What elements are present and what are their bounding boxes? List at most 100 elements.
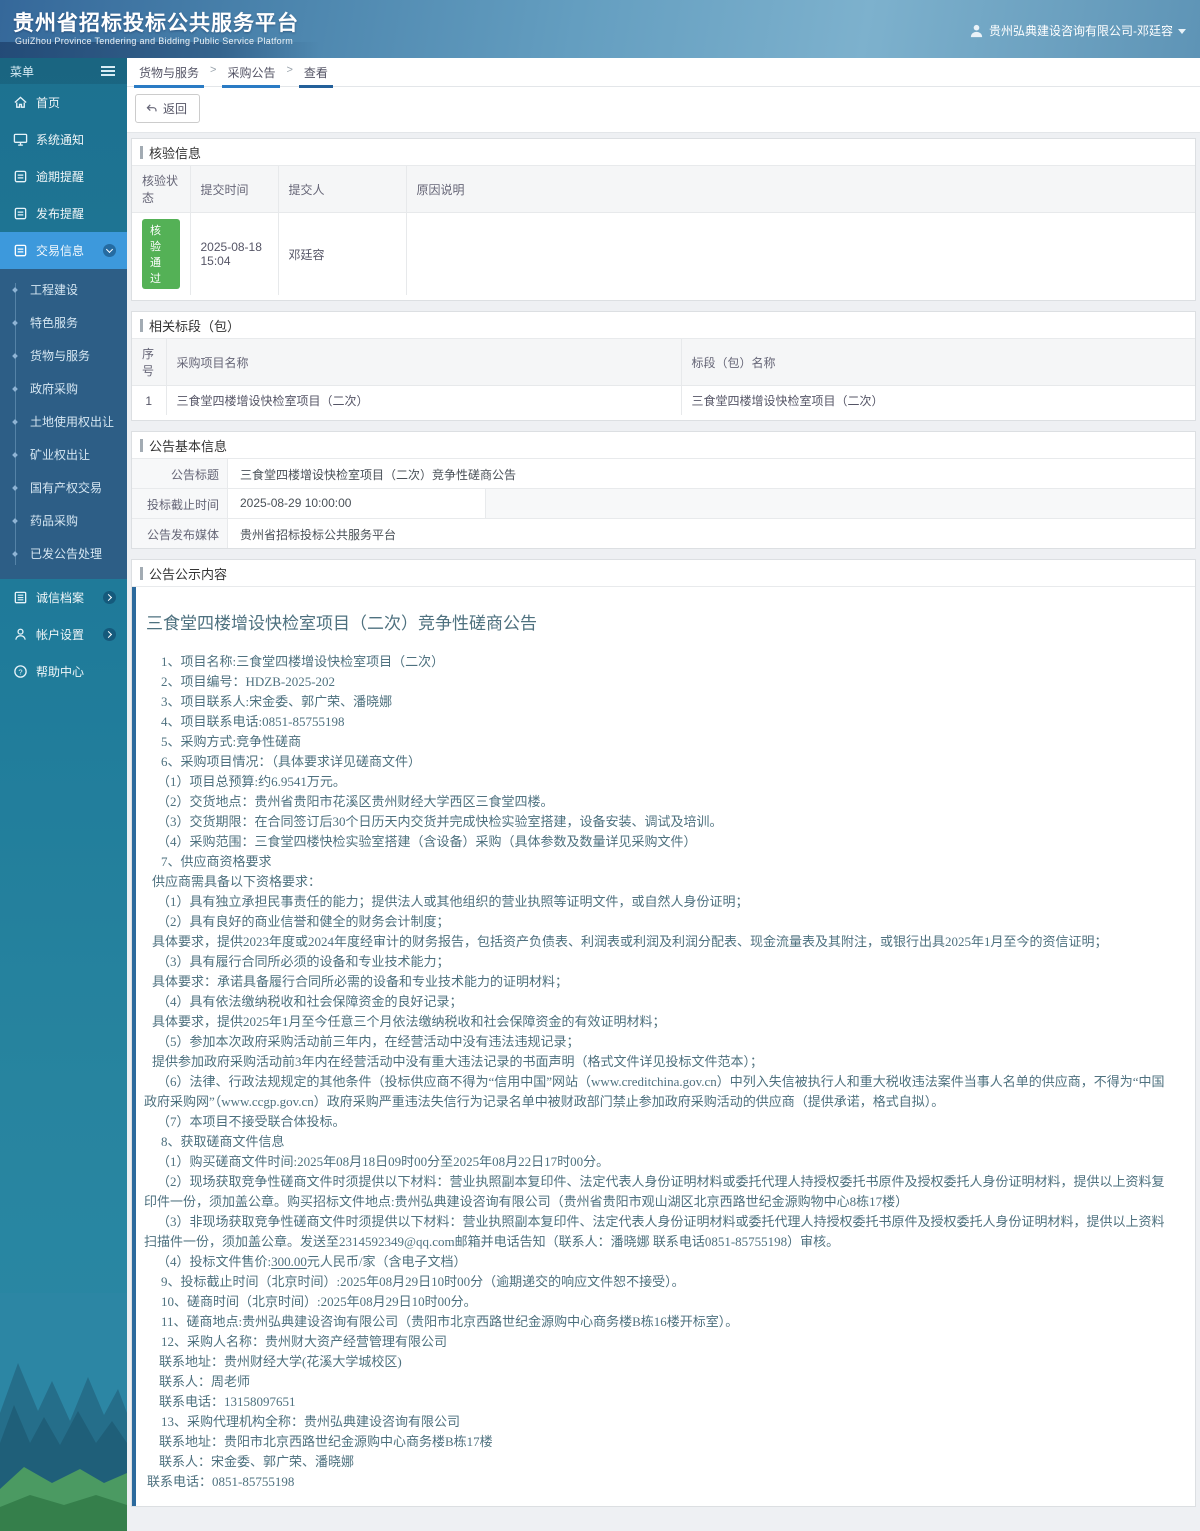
- column-header: 标段（包）名称: [680, 338, 1196, 386]
- back-label: 返回: [163, 102, 188, 116]
- sidebar-item-label: 系统通知: [36, 133, 85, 147]
- user-icon: [969, 23, 984, 38]
- content-paragraph: （7）本项目不接受联合体投标。: [157, 1114, 346, 1129]
- section-marker: [140, 145, 143, 159]
- content-paragraph: 11、磋商地点:贵州弘典建设咨询有限公司（贵阳市北京西路世纪金源购中心商务楼B栋…: [161, 1314, 739, 1329]
- column-header: 采购项目名称: [165, 338, 682, 386]
- column-header: 原因说明: [405, 165, 1196, 213]
- sidebar-nav: 首页 系统通知 逾期提醒 发布提醒 交易信息 工程建设 特色服务 货物与服务 政…: [0, 84, 127, 690]
- sidebar-item-help-center[interactable]: ? 帮助中心: [0, 653, 127, 690]
- sidebar: 菜单 首页 系统通知 逾期提醒 发布提醒 交易信息 工程建设 特色服务 货物与服…: [0, 58, 127, 1531]
- sidebar-item-credit-files[interactable]: 诚信档案: [0, 579, 127, 616]
- content-paragraph: 4、项目联系电话:0851-85755198: [161, 714, 345, 729]
- sidebar-item-notifications[interactable]: 系统通知: [0, 121, 127, 158]
- sidebar-item-trade-info[interactable]: 交易信息: [0, 232, 127, 269]
- sidebar-item-label: 帐户设置: [36, 628, 85, 642]
- sidebar-subitem[interactable]: 国有产权交易: [0, 472, 127, 505]
- info-row: 投标截止时间 2025-08-29 10:00:00: [132, 489, 1195, 519]
- app-title: 贵州省招标投标公共服务平台: [13, 12, 299, 35]
- column-header: 序号: [131, 338, 167, 386]
- content-paragraph: 1、项目名称:三食堂四楼增设快检室项目（二次）: [161, 654, 445, 669]
- sidebar-item-home[interactable]: 首页: [0, 84, 127, 121]
- sidebar-subitem[interactable]: 矿业权出让: [0, 439, 127, 472]
- document-icon: [13, 206, 28, 221]
- sidebar-item-label: 首页: [36, 96, 61, 110]
- section-title: 核验信息: [149, 145, 202, 161]
- sidebar-subitem[interactable]: 土地使用权出让: [0, 406, 127, 439]
- breadcrumb-item-goods-services[interactable]: 货物与服务: [133, 64, 205, 88]
- sidebar-subitem[interactable]: 工程建设: [0, 274, 127, 307]
- info-row: 公告发布媒体 贵州省招标投标公共服务平台: [132, 519, 1195, 548]
- content-paragraph: 具体要求，提供2025年1月至今任意三个月依法缴纳税收和社会保障资金的有效证明材…: [152, 1014, 666, 1029]
- content-paragraph: 供应商需具备以下资格要求：: [152, 874, 322, 889]
- announcement-body: 三食堂四楼增设快检室项目（二次）竞争性磋商公告 1、项目名称:三食堂四楼增设快检…: [132, 587, 1195, 1506]
- content-paragraph: 联系电话：13158097651: [159, 1394, 296, 1409]
- content-paragraph: 9、投标截止时间（北京时间）:2025年08月29日10时00分（逾期递交的响应…: [161, 1274, 685, 1289]
- home-icon: [13, 95, 28, 110]
- section-header: 公告基本信息: [132, 432, 1195, 459]
- section-marker: [140, 566, 143, 580]
- sidebar-subitem[interactable]: 货物与服务: [0, 340, 127, 373]
- breadcrumb-separator: >: [210, 64, 217, 76]
- sidebar-item-overdue-reminder[interactable]: 逾期提醒: [0, 158, 127, 195]
- sidebar-item-publish-reminder[interactable]: 发布提醒: [0, 195, 127, 232]
- info-label: 投标截止时间: [132, 489, 228, 518]
- seq-cell: 1: [131, 385, 167, 416]
- sidebar-subitem[interactable]: 已发公告处理: [0, 538, 127, 571]
- svg-text:?: ?: [18, 667, 22, 676]
- related-sections-table: 序号 采购项目名称 标段（包）名称 1 三食堂四楼增设快检室项目（二次） 三食堂…: [131, 338, 1196, 416]
- submitter-cell: 邓廷容: [277, 212, 407, 296]
- breadcrumb-item-procurement-notice[interactable]: 采购公告: [222, 64, 281, 88]
- chevron-down-icon[interactable]: [103, 244, 116, 257]
- user-menu[interactable]: 贵州弘典建设咨询有限公司-邓廷容: [969, 22, 1186, 39]
- toolbar: 返回: [127, 87, 1200, 133]
- sidebar-subitem[interactable]: 政府采购: [0, 373, 127, 406]
- info-row: 公告标题 三食堂四楼增设快检室项目（二次）竞争性磋商公告: [132, 459, 1195, 489]
- announcement-paragraphs: 1、项目名称:三食堂四楼增设快检室项目（二次） 2、项目编号：HDZB-2025-…: [144, 652, 1177, 1492]
- announcement-content-panel: 公告公示内容 三食堂四楼增设快检室项目（二次）竞争性磋商公告 1、项目名称:三食…: [131, 559, 1196, 1507]
- list-icon: [13, 590, 28, 605]
- section-title: 公告基本信息: [149, 438, 228, 454]
- content-paragraph: （1）项目总预算:约6.9541万元。: [157, 774, 346, 789]
- info-label: 公告标题: [132, 459, 228, 488]
- section-marker: [140, 438, 143, 452]
- sidebar-item-account-settings[interactable]: 帐户设置: [0, 616, 127, 653]
- column-header: 提交人: [277, 165, 407, 213]
- status-badge: 核验通过: [142, 219, 180, 289]
- sidebar-item-label: 发布提醒: [36, 207, 85, 221]
- section-title: 相关标段（包）: [149, 318, 241, 334]
- content-paragraph: 联系地址：贵州财经大学(花溪大学城校区): [159, 1354, 402, 1369]
- sidebar-subitem[interactable]: 特色服务: [0, 307, 127, 340]
- content-paragraph: （4）投标文件售价:300.00元人民币/家（含电子文档）: [157, 1254, 467, 1269]
- section-marker: [140, 318, 143, 332]
- content-paragraph: （1）具有独立承担民事责任的能力；提供法人或其他组织的营业执照等证明文件，或自然…: [157, 894, 749, 909]
- reason-cell: [405, 212, 1196, 296]
- content-paragraph: （4）具有依法缴纳税收和社会保障资金的良好记录；: [157, 994, 463, 1009]
- content-paragraph: 2、项目编号：HDZB-2025-202: [161, 674, 336, 689]
- content-paragraph: 联系电话：0851-85755198: [147, 1474, 295, 1489]
- chevron-right-icon[interactable]: [103, 591, 116, 604]
- content-paragraph: 6、采购项目情况：（具体要求详见磋商文件）: [161, 754, 422, 769]
- back-button[interactable]: 返回: [135, 94, 201, 123]
- sidebar-subitem[interactable]: 药品采购: [0, 505, 127, 538]
- section-header: 核验信息: [132, 139, 1195, 166]
- deadline-value: 2025-08-29 10:00:00: [228, 489, 486, 518]
- document-icon: [13, 243, 28, 258]
- caret-down-icon: [1178, 29, 1186, 34]
- section-title: 公告公示内容: [149, 566, 228, 582]
- submit-time-cell: 2025-08-18 15:04: [189, 212, 279, 296]
- content-paragraph: 3、项目联系人:宋金委、郭广荣、潘晓娜: [161, 694, 393, 709]
- chevron-right-icon[interactable]: [103, 628, 116, 641]
- sidebar-item-label: 帮助中心: [36, 665, 85, 679]
- content-paragraph: （3）非现场获取竞争性磋商文件时须提供以下材料：营业执照副本复印件、法定代表人身…: [144, 1214, 1165, 1249]
- project-name-cell: 三食堂四楼增设快检室项目（二次）: [165, 385, 682, 416]
- sidebar-submenu: 工程建设 特色服务 货物与服务 政府采购 土地使用权出让 矿业权出让 国有产权交易 药品采购已…: [0, 269, 127, 579]
- user-name: 贵州弘典建设咨询有限公司-邓廷容: [989, 24, 1173, 38]
- table-row: 核验通过 2025-08-18 15:04 邓廷容: [131, 212, 1196, 296]
- app-subtitle: GuiZhou Province Tendering and Bidding P…: [15, 36, 294, 46]
- app-header: 贵州省招标投标公共服务平台 GuiZhou Province Tendering…: [0, 0, 1200, 58]
- menu-header: 菜单: [0, 58, 127, 84]
- hamburger-icon[interactable]: [101, 70, 115, 72]
- breadcrumb-item-view[interactable]: 查看: [298, 64, 333, 88]
- content-paragraph: （5）参加本次政府采购活动前三年内，在经营活动中没有违法违规记录；: [157, 1034, 580, 1049]
